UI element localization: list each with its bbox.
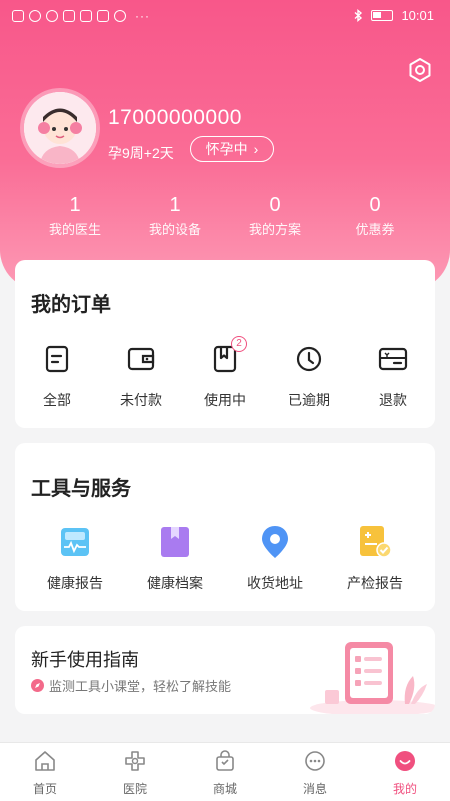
refund-card-icon — [378, 347, 408, 371]
more-notifications-icon: ··· — [135, 9, 150, 23]
bluetooth-icon — [354, 9, 363, 22]
status-bar: ··· 10:01 — [0, 0, 450, 34]
app-notification-icon — [80, 10, 92, 22]
stat-value: 1 — [169, 194, 181, 216]
order-label: 已逾期 — [288, 392, 330, 408]
stat-value: 1 — [69, 194, 81, 216]
tool-label: 健康报告 — [47, 575, 103, 591]
document-icon — [45, 345, 69, 373]
stat-my-device[interactable]: 1 我的设备 — [125, 193, 225, 238]
tab-profile[interactable]: 我的 — [360, 743, 450, 801]
stat-my-doctor[interactable]: 1 我的医生 — [25, 193, 125, 238]
settings-icon[interactable] — [406, 56, 434, 84]
tool-checkup-report[interactable]: 产检报告 — [327, 525, 423, 593]
tab-hospital[interactable]: 医院 — [90, 743, 180, 801]
status-icons-right: 10:01 — [353, 8, 434, 23]
app-notification-icon — [63, 10, 75, 22]
pregnancy-week: 孕9周+2天 — [108, 145, 174, 161]
tab-label: 首页 — [32, 782, 57, 796]
wifi-icon — [29, 10, 41, 22]
guide-illustration-icon — [310, 642, 435, 714]
tab-label: 医院 — [122, 782, 147, 796]
status-icons-left: ··· — [12, 9, 150, 23]
tool-health-report[interactable]: 健康报告 — [27, 525, 123, 593]
stat-label: 我的方案 — [248, 222, 301, 237]
order-label: 未付款 — [120, 392, 162, 408]
app-notification-icon — [46, 10, 58, 22]
orders-title: 我的订单 — [31, 294, 111, 316]
hospital-icon — [125, 751, 145, 771]
weibo-icon — [114, 10, 126, 22]
pregnancy-status-label: 怀孕中 — [205, 141, 248, 157]
chevron-right-icon: › — [253, 141, 259, 157]
tab-label: 商城 — [212, 782, 237, 796]
order-refund[interactable]: 退款 — [351, 342, 435, 410]
stat-value: 0 — [269, 194, 281, 216]
compass-icon — [31, 679, 44, 692]
guide-subtitle-row: 监测工具小课堂，轻松了解技能 — [31, 676, 231, 695]
shop-bag-icon — [216, 750, 234, 771]
tools-title: 工具与服务 — [31, 478, 131, 500]
profile-header: ··· 10:01 17000000000 孕9周+2天 怀孕中 › 1 我的医… — [0, 0, 450, 290]
tab-home[interactable]: 首页 — [0, 743, 90, 801]
home-icon — [35, 751, 55, 771]
app-notification-icon — [97, 10, 109, 22]
sim-icon — [12, 10, 24, 22]
stat-value: 0 — [369, 194, 381, 216]
order-unpaid[interactable]: 未付款 — [99, 342, 183, 410]
stat-label: 我的医生 — [48, 222, 101, 237]
stats-row: 1 我的医生 1 我的设备 0 我的方案 0 优惠券 — [25, 193, 425, 238]
tab-messages[interactable]: 消息 — [270, 743, 360, 801]
guide-title: 新手使用指南 — [31, 650, 139, 670]
tools-row: 健康报告 健康档案 收货地址 产检报告 — [15, 525, 435, 593]
tab-shop[interactable]: 商城 — [180, 743, 270, 801]
order-all[interactable]: 全部 — [15, 342, 99, 410]
tool-label: 产检报告 — [347, 575, 403, 591]
tab-label: 我的 — [392, 782, 417, 796]
clock-icon — [296, 346, 322, 372]
phone-number: 17000000000 — [108, 106, 242, 129]
guide-subtitle: 监测工具小课堂，轻松了解技能 — [49, 679, 232, 694]
order-count-badge: 2 — [231, 336, 247, 352]
orders-card: 我的订单 全部 未付款 2 使用中 已逾期 退款 — [15, 260, 435, 428]
tools-card: 工具与服务 健康报告 健康档案 收货地址 产检报告 — [15, 443, 435, 611]
tool-label: 收货地址 — [247, 575, 303, 591]
bottom-tab-bar: 首页 医院 商城 消息 我的 — [0, 742, 450, 801]
stat-coupons[interactable]: 0 优惠券 — [325, 193, 425, 238]
baby-avatar-icon — [24, 92, 96, 164]
pregnancy-status-button[interactable]: 怀孕中 › — [190, 136, 274, 162]
orders-row: 全部 未付款 2 使用中 已逾期 退款 — [15, 336, 435, 410]
avatar[interactable] — [24, 92, 96, 164]
checkup-report-icon — [360, 526, 392, 558]
order-overdue[interactable]: 已逾期 — [267, 342, 351, 410]
stat-label: 优惠券 — [355, 222, 395, 237]
stat-label: 我的设备 — [148, 222, 201, 237]
order-in-use[interactable]: 2 使用中 — [183, 336, 267, 410]
health-file-icon — [161, 527, 189, 557]
tool-health-file[interactable]: 健康档案 — [127, 525, 223, 593]
tool-label: 健康档案 — [147, 575, 203, 591]
health-report-icon — [61, 528, 89, 556]
order-label: 全部 — [43, 392, 71, 408]
order-label: 退款 — [379, 392, 407, 408]
stat-my-plan[interactable]: 0 我的方案 — [225, 193, 325, 238]
profile-icon — [395, 751, 415, 771]
status-time: 10:01 — [401, 8, 434, 23]
location-pin-icon — [262, 526, 288, 558]
tab-label: 消息 — [302, 782, 327, 796]
battery-icon — [371, 10, 394, 21]
tool-shipping-address[interactable]: 收货地址 — [227, 525, 323, 593]
order-label: 使用中 — [204, 392, 246, 408]
message-icon — [305, 751, 325, 771]
wallet-icon — [127, 347, 155, 371]
beginner-guide-card[interactable]: 新手使用指南 监测工具小课堂，轻松了解技能 — [15, 626, 435, 714]
